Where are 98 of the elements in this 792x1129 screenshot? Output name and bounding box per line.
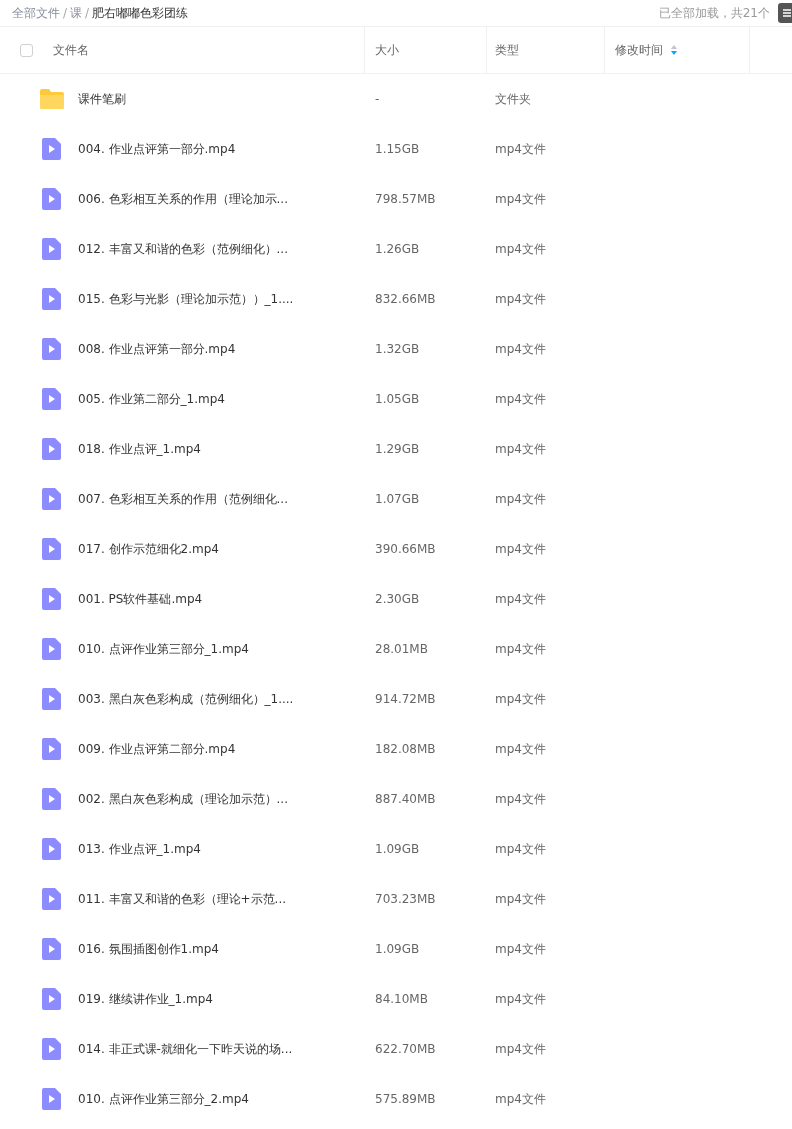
video-file-icon <box>42 988 61 1010</box>
video-file-icon <box>42 388 61 410</box>
file-type: mp4文件 <box>495 240 546 258</box>
file-type: mp4文件 <box>495 740 546 758</box>
file-size: 84.10MB <box>374 992 428 1006</box>
video-file-icon <box>42 238 61 260</box>
file-size: 914.72MB <box>374 692 436 706</box>
file-size: 798.57MB <box>374 192 436 206</box>
file-type: mp4文件 <box>495 690 546 708</box>
file-type: mp4文件 <box>495 590 546 608</box>
file-type: 文件夹 <box>495 90 531 108</box>
file-type: mp4文件 <box>495 1090 546 1108</box>
column-header[interactable]: 类型 <box>495 41 520 59</box>
file-type: mp4文件 <box>495 940 546 958</box>
file-name-link[interactable]: 003. 黑白灰色彩构成（范例细化）_1.... <box>78 690 294 708</box>
file-name-link[interactable]: 002. 黑白灰色彩构成（理论加示范）... <box>78 790 288 808</box>
video-file-icon <box>42 788 61 810</box>
file-size: 2.30GB <box>374 592 420 606</box>
file-name-link[interactable]: 018. 作业点评_1.mp4 <box>78 440 201 458</box>
file-name-link[interactable]: 006. 色彩相互关系的作用（理论加示... <box>78 190 288 208</box>
file-size: 1.32GB <box>374 342 420 356</box>
video-file-icon <box>42 938 61 960</box>
video-file-icon <box>42 588 61 610</box>
breadcrumb-separator: / <box>63 6 68 20</box>
list-view-icon <box>782 8 792 18</box>
video-file-icon <box>42 438 61 460</box>
file-size: 703.23MB <box>374 892 436 906</box>
file-size: - <box>374 92 380 106</box>
file-name-link[interactable]: 004. 作业点评第一部分.mp4 <box>78 140 236 158</box>
column-header[interactable]: 修改时间 <box>615 41 664 59</box>
file-type: mp4文件 <box>495 1040 546 1058</box>
video-file-icon <box>42 338 61 360</box>
load-status: 已全部加载，共21个 <box>658 4 770 22</box>
breadcrumb-separator: / <box>85 6 90 20</box>
file-name-link[interactable]: 013. 作业点评_1.mp4 <box>78 840 201 858</box>
file-size: 1.09GB <box>374 942 420 956</box>
video-file-icon <box>42 738 61 760</box>
file-size: 182.08MB <box>374 742 436 756</box>
video-file-icon <box>42 688 61 710</box>
file-name-link[interactable]: 008. 作业点评第一部分.mp4 <box>78 340 236 358</box>
file-type: mp4文件 <box>495 490 546 508</box>
file-size: 1.26GB <box>374 242 420 256</box>
file-type: mp4文件 <box>495 390 546 408</box>
video-file-icon <box>42 288 61 310</box>
file-size: 887.40MB <box>374 792 436 806</box>
file-name-link[interactable]: 009. 作业点评第二部分.mp4 <box>78 740 236 758</box>
file-type: mp4文件 <box>495 140 546 158</box>
file-name-link[interactable]: 001. PS软件基础.mp4 <box>78 590 203 608</box>
file-size: 1.15GB <box>374 142 420 156</box>
file-name-link[interactable]: 课件笔刷 <box>78 90 126 108</box>
file-type: mp4文件 <box>495 190 546 208</box>
file-type: mp4文件 <box>495 790 546 808</box>
file-type: mp4文件 <box>495 990 546 1008</box>
sort-icon[interactable] <box>671 45 678 55</box>
video-file-icon <box>42 888 61 910</box>
video-file-icon <box>42 1088 61 1110</box>
file-size: 575.89MB <box>374 1092 436 1106</box>
breadcrumb-link[interactable]: 课 <box>70 4 83 22</box>
column-header[interactable]: 大小 <box>374 41 399 59</box>
file-name-link[interactable]: 015. 色彩与光影（理论加示范））_1.... <box>78 290 294 308</box>
file-size: 28.01MB <box>374 642 428 656</box>
breadcrumb-link[interactable]: 肥右嘟嘟色彩团练 <box>92 4 189 22</box>
file-type: mp4文件 <box>495 440 546 458</box>
file-name-link[interactable]: 014. 非正式课-就细化一下昨天说的场... <box>78 1040 293 1058</box>
video-file-icon <box>42 488 61 510</box>
file-name-link[interactable]: 016. 氛围插图创作1.mp4 <box>78 940 219 958</box>
file-size: 622.70MB <box>374 1042 436 1056</box>
folder-icon <box>40 89 64 109</box>
file-size: 1.09GB <box>374 842 420 856</box>
select-all-checkbox[interactable] <box>20 43 33 57</box>
list-view-button[interactable] <box>778 3 792 23</box>
video-file-icon <box>42 188 61 210</box>
file-name-link[interactable]: 010. 点评作业第三部分_2.mp4 <box>78 1090 249 1108</box>
file-name-link[interactable]: 017. 创作示范细化2.mp4 <box>78 540 219 558</box>
file-type: mp4文件 <box>495 840 546 858</box>
file-type: mp4文件 <box>495 640 546 658</box>
video-file-icon <box>42 138 61 160</box>
file-name-link[interactable]: 012. 丰富又和谐的色彩（范例细化）... <box>78 240 288 258</box>
file-size: 1.29GB <box>374 442 420 456</box>
video-file-icon <box>42 638 61 660</box>
file-type: mp4文件 <box>495 540 546 558</box>
file-name-link[interactable]: 011. 丰富又和谐的色彩（理论+示范... <box>78 890 287 908</box>
file-type: mp4文件 <box>495 890 546 908</box>
file-name-link[interactable]: 010. 点评作业第三部分_1.mp4 <box>78 640 249 658</box>
file-size: 832.66MB <box>374 292 436 306</box>
file-size: 1.07GB <box>374 492 420 506</box>
column-header[interactable]: 文件名 <box>53 41 89 59</box>
file-type: mp4文件 <box>495 290 546 308</box>
file-name-link[interactable]: 005. 作业第二部分_1.mp4 <box>78 390 225 408</box>
file-size: 390.66MB <box>374 542 436 556</box>
file-name-link[interactable]: 019. 继续讲作业_1.mp4 <box>78 990 213 1008</box>
video-file-icon <box>42 538 61 560</box>
video-file-icon <box>42 1038 61 1060</box>
file-name-link[interactable]: 007. 色彩相互关系的作用（范例细化... <box>78 490 288 508</box>
breadcrumb-link[interactable]: 全部文件 <box>12 4 60 22</box>
file-type: mp4文件 <box>495 340 546 358</box>
file-size: 1.05GB <box>374 392 420 406</box>
video-file-icon <box>42 838 61 860</box>
